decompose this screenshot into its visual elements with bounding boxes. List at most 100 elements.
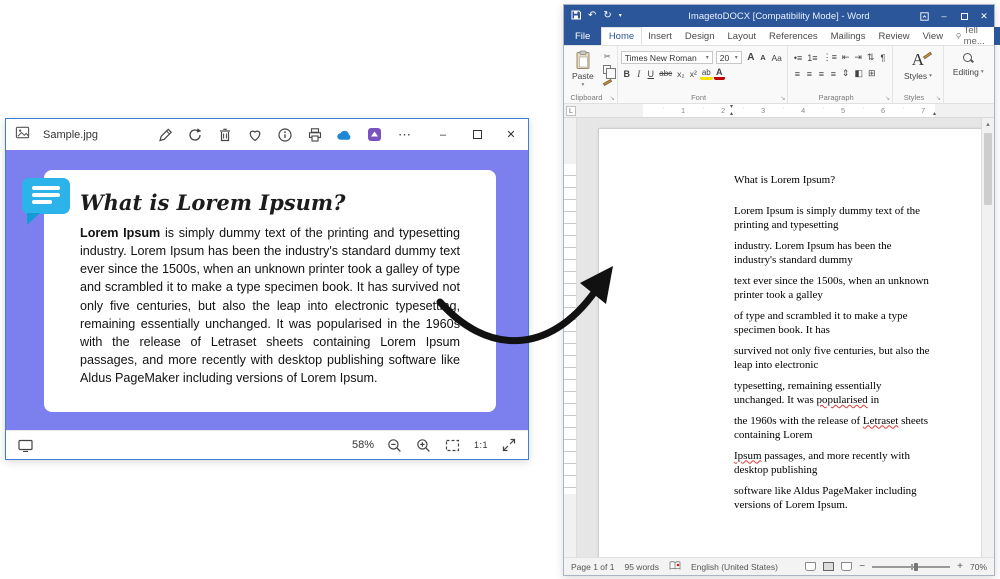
document-paragraph[interactable]: of type and scrambled it to make a type … xyxy=(734,309,934,338)
zoom-slider-thumb[interactable] xyxy=(914,563,918,571)
paste-button[interactable]: Paste ▾ xyxy=(567,49,599,89)
superscript-button[interactable]: x² xyxy=(688,67,699,80)
ribbon-display-options-icon[interactable] xyxy=(914,5,934,27)
styles-button[interactable]: A Styles▾ xyxy=(896,49,940,83)
scroll-up-icon[interactable]: ▲ xyxy=(982,118,994,131)
align-left-button[interactable]: ≡ xyxy=(792,67,803,80)
tab-mailings[interactable]: Mailings xyxy=(824,27,872,45)
cut-button[interactable]: ✂ xyxy=(601,51,614,62)
info-icon[interactable] xyxy=(276,126,293,143)
font-dialog-launcher[interactable]: ↘ xyxy=(780,95,785,102)
customize-qat-icon[interactable]: ▾ xyxy=(619,13,622,19)
slideshow-icon[interactable] xyxy=(17,437,33,453)
redo-icon[interactable]: ↻ xyxy=(603,11,611,21)
font-name-combo[interactable]: Times New Roman ▾ xyxy=(621,51,713,64)
rotate-icon[interactable] xyxy=(186,126,203,143)
fit-to-window-icon[interactable] xyxy=(445,437,461,453)
maximize-button[interactable] xyxy=(954,5,974,27)
document-paragraph[interactable]: the 1960s with the release of Letraset s… xyxy=(734,414,934,443)
justify-button[interactable]: ≡ xyxy=(828,67,839,80)
document-paragraph[interactable]: software like Aldus PageMaker including … xyxy=(734,484,934,513)
numbering-button[interactable]: 1≡ xyxy=(805,51,819,64)
align-right-button[interactable]: ≡ xyxy=(816,67,827,80)
document-page[interactable]: What is Lorem Ipsum? Lorem Ipsum is simp… xyxy=(598,128,982,557)
fullscreen-icon[interactable] xyxy=(501,437,517,453)
web-layout-icon[interactable] xyxy=(841,562,852,571)
tell-me-box[interactable]: Tell me... xyxy=(950,27,994,45)
subscript-button[interactable]: x₂ xyxy=(675,67,687,80)
tab-insert[interactable]: Insert xyxy=(642,27,679,45)
actual-size-button[interactable]: 1:1 xyxy=(474,440,488,450)
read-mode-icon[interactable] xyxy=(805,562,816,571)
font-size-combo[interactable]: 20 ▾ xyxy=(716,51,742,64)
document-text[interactable]: What is Lorem Ipsum? Lorem Ipsum is simp… xyxy=(734,173,934,519)
editing-button[interactable]: Editing▾ xyxy=(947,49,990,80)
tab-file[interactable]: File xyxy=(564,27,601,45)
document-paragraph[interactable]: industry. Lorem Ipsum has been the indus… xyxy=(734,239,934,268)
grow-font-button[interactable]: A xyxy=(745,51,756,64)
tab-selector[interactable]: L xyxy=(566,106,576,116)
tab-review[interactable]: Review xyxy=(872,27,916,45)
zoom-out-button[interactable]: − xyxy=(859,562,865,572)
minimize-button[interactable]: – xyxy=(934,5,954,27)
zoom-slider[interactable] xyxy=(872,562,950,572)
undo-icon[interactable]: ↶ xyxy=(588,11,596,21)
font-color-button[interactable]: A xyxy=(714,67,725,80)
edit-icon[interactable] xyxy=(156,126,173,143)
clipboard-dialog-launcher[interactable]: ↘ xyxy=(610,95,615,102)
shrink-font-button[interactable]: A xyxy=(757,51,768,64)
increase-indent-button[interactable]: ⇥ xyxy=(852,51,864,64)
scrollbar-thumb[interactable] xyxy=(984,133,992,205)
zoom-in-icon[interactable] xyxy=(416,437,432,453)
styles-dialog-launcher[interactable]: ↘ xyxy=(936,95,941,102)
favorite-icon[interactable] xyxy=(246,126,263,143)
document-paragraph[interactable]: text ever since the 1500s, when an unkno… xyxy=(734,274,934,303)
proofing-icon[interactable] xyxy=(669,561,681,572)
page-indicator[interactable]: Page 1 of 1 xyxy=(571,562,614,572)
horizontal-ruler[interactable]: L ·1·2·3·4·5·6·7 ▾ ▴ ▴ xyxy=(564,104,994,118)
tab-home[interactable]: Home xyxy=(601,27,641,45)
copy-button[interactable] xyxy=(601,64,614,75)
tab-references[interactable]: References xyxy=(763,27,825,45)
bold-button[interactable]: B xyxy=(621,67,632,80)
bullets-button[interactable]: •≡ xyxy=(792,51,804,64)
document-paragraph[interactable]: Lorem Ipsum is simply dummy text of the … xyxy=(734,204,934,233)
line-spacing-button[interactable]: ⇕ xyxy=(840,67,852,80)
document-paragraph[interactable]: survived not only five centuries, but al… xyxy=(734,344,934,373)
highlight-button[interactable]: ab xyxy=(700,67,713,80)
multilevel-list-button[interactable]: ⋮≡ xyxy=(821,51,839,64)
underline-button[interactable]: U xyxy=(645,67,656,80)
right-indent-marker[interactable]: ▴ xyxy=(933,111,936,117)
zoom-in-button[interactable]: + xyxy=(957,562,963,572)
save-icon[interactable] xyxy=(571,10,581,23)
strikethrough-button[interactable]: abc xyxy=(657,67,674,80)
sort-button[interactable]: ⇅ xyxy=(865,51,877,64)
minimize-button[interactable]: – xyxy=(426,119,460,150)
zoom-percentage[interactable]: 70% xyxy=(970,562,987,572)
document-heading[interactable]: What is Lorem Ipsum? xyxy=(734,173,934,188)
cloud-icon[interactable] xyxy=(336,126,353,143)
maximize-button[interactable] xyxy=(460,119,494,150)
hanging-indent-marker[interactable]: ▴ xyxy=(730,111,733,117)
first-line-indent-marker[interactable]: ▾ xyxy=(730,104,733,110)
borders-button[interactable]: ⊞ xyxy=(866,67,878,80)
see-more-icon[interactable]: ⋯ xyxy=(396,126,413,143)
tab-design[interactable]: Design xyxy=(678,27,721,45)
close-button[interactable]: ✕ xyxy=(494,119,528,150)
print-layout-icon[interactable] xyxy=(823,562,834,571)
zoom-out-icon[interactable] xyxy=(387,437,403,453)
word-count[interactable]: 95 words xyxy=(624,562,659,572)
tab-layout[interactable]: Layout xyxy=(721,27,763,45)
show-marks-button[interactable]: ¶ xyxy=(877,51,888,64)
italic-button[interactable]: I xyxy=(633,67,644,80)
tab-view[interactable]: View xyxy=(916,27,949,45)
vertical-scrollbar[interactable]: ▲ xyxy=(981,118,994,557)
paragraph-dialog-launcher[interactable]: ↘ xyxy=(885,95,890,102)
purple-app-icon[interactable] xyxy=(366,126,383,143)
shading-button[interactable]: ◧ xyxy=(852,67,865,80)
document-paragraph[interactable]: typesetting, remaining essentially uncha… xyxy=(734,379,934,408)
change-case-button[interactable]: Aa xyxy=(769,51,783,64)
delete-icon[interactable] xyxy=(216,126,233,143)
print-icon[interactable] xyxy=(306,126,323,143)
document-paragraph[interactable]: Ipsum passages, and more recently with d… xyxy=(734,449,934,478)
